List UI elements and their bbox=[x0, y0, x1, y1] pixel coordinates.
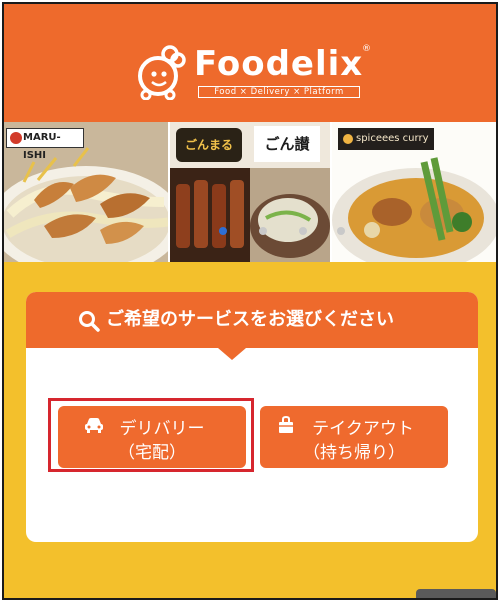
restaurant-carousel[interactable]: MARU-ISHI ごんまる ごん讃 spiceees curry bbox=[4, 122, 496, 262]
carousel-slide-gonmaru[interactable]: ごんまる ごん讃 bbox=[170, 122, 330, 262]
maru-ishi-logo: MARU-ISHI bbox=[6, 128, 84, 161]
takeout-sublabel: （持ち帰り） bbox=[303, 443, 405, 463]
foodelix-logo[interactable]: Foodelix ® Food × Delivery × Platform bbox=[134, 42, 374, 104]
gonsan-logo: ごん讃 bbox=[254, 126, 320, 162]
carousel-dot[interactable] bbox=[337, 227, 345, 235]
chef-mascot-icon bbox=[138, 45, 186, 100]
brand-name: Foodelix bbox=[194, 44, 364, 84]
selected-option-highlight bbox=[48, 398, 254, 472]
carousel-slide-spiceees[interactable]: spiceees curry bbox=[332, 122, 496, 262]
spiceees-logo: spiceees curry bbox=[338, 128, 434, 150]
bottom-sheet-tab[interactable] bbox=[416, 589, 496, 598]
app-frame: Foodelix ® Food × Delivery × Platform MA… bbox=[2, 2, 498, 600]
takeout-label: テイクアウト bbox=[312, 419, 414, 439]
carousel-dot[interactable] bbox=[219, 227, 227, 235]
service-panel-header: ご希望のサービスをお選びください bbox=[26, 292, 478, 348]
panel-pointer bbox=[218, 348, 246, 360]
carousel-indicators bbox=[219, 227, 349, 237]
spiceees-mark-icon bbox=[343, 134, 353, 144]
spiceees-name: spiceees curry bbox=[356, 133, 429, 144]
service-panel-title: ご希望のサービスをお選びください bbox=[106, 309, 394, 330]
takeout-button[interactable]: テイクアウト （持ち帰り） bbox=[260, 406, 448, 468]
carousel-dot[interactable] bbox=[259, 227, 267, 235]
carousel-slide-maru-ishi[interactable]: MARU-ISHI bbox=[4, 122, 168, 262]
carousel-dot[interactable] bbox=[299, 227, 307, 235]
app-header: Foodelix ® Food × Delivery × Platform bbox=[4, 4, 496, 122]
maru-ishi-mark-icon bbox=[10, 132, 22, 144]
registered-mark: ® bbox=[362, 44, 371, 54]
brand-tagline: Food × Delivery × Platform bbox=[198, 86, 360, 98]
search-icon bbox=[79, 311, 100, 332]
gonmaru-logo: ごんまる bbox=[176, 128, 242, 162]
